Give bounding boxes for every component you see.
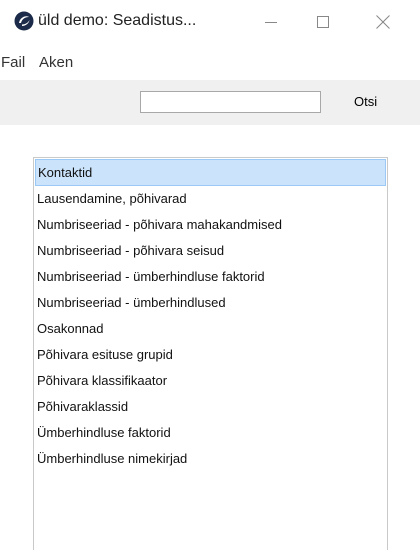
- maximize-icon: [317, 16, 329, 28]
- list-item-selected[interactable]: Kontaktid: [35, 159, 386, 186]
- menu-window[interactable]: Aken: [39, 54, 73, 71]
- list-item[interactable]: Põhivara esituse grupid: [34, 342, 387, 368]
- list-item[interactable]: Numbriseeriad - põhivara seisud: [34, 238, 387, 264]
- list-item[interactable]: Numbriseeriad - põhivara mahakandmised: [34, 212, 387, 238]
- close-icon: [376, 15, 390, 29]
- minimize-button[interactable]: [248, 0, 294, 44]
- search-button[interactable]: Otsi: [348, 91, 383, 113]
- list-item[interactable]: Numbriseeriad - ümberhindlused: [34, 290, 387, 316]
- list-item[interactable]: Numbriseeriad - ümberhindluse faktorid: [34, 264, 387, 290]
- title-bar[interactable]: üld demo: Seadistus...: [0, 0, 420, 48]
- menu-file[interactable]: Fail: [1, 54, 25, 71]
- list-item[interactable]: Ümberhindluse nimekirjad: [34, 446, 387, 472]
- register-list[interactable]: Kontaktid Lausendamine, põhivarad Numbrise…: [33, 157, 388, 550]
- list-item[interactable]: Ümberhindluse faktorid: [34, 420, 387, 446]
- app-logo-icon: [14, 11, 34, 31]
- window-title: üld demo: Seadistus...: [38, 12, 197, 29]
- list-item[interactable]: Põhivaraklassid: [34, 394, 387, 420]
- list-item[interactable]: Lausendamine, põhivarad: [34, 186, 387, 212]
- list-item[interactable]: Osakonnad: [34, 316, 387, 342]
- close-button[interactable]: [360, 0, 406, 44]
- settings-window: üld demo: Seadistus... Fail Aken Otsi Ko…: [0, 0, 420, 550]
- minimize-icon: [265, 22, 277, 23]
- search-toolbar: Otsi: [0, 80, 420, 125]
- search-input[interactable]: [140, 91, 321, 113]
- list-item[interactable]: Põhivara klassifikaator: [34, 368, 387, 394]
- maximize-button[interactable]: [300, 0, 346, 44]
- menu-bar: Fail Aken: [0, 50, 420, 76]
